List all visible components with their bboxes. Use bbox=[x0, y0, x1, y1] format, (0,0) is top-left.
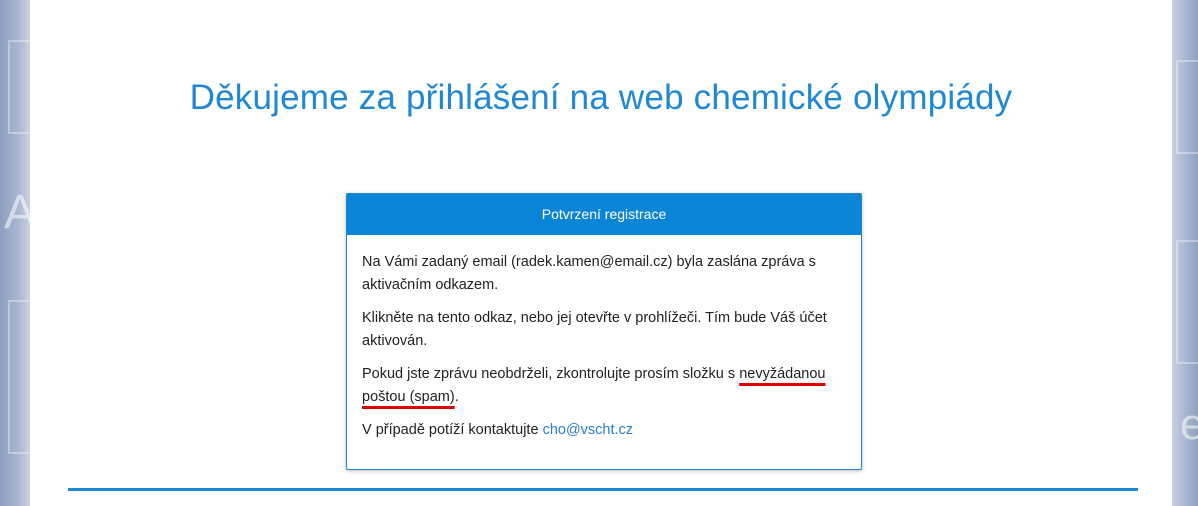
spam-notice-end: . bbox=[454, 389, 459, 405]
spam-notice-text: Pokud jste zprávu neobdrželi, zkontroluj… bbox=[362, 366, 740, 382]
background-right-strip: e bbox=[1172, 0, 1198, 506]
background-decoration bbox=[1176, 240, 1198, 364]
panel-heading: Potvrzení registrace bbox=[347, 194, 861, 235]
contact-line: V případě potíží kontaktujte cho@vscht.c… bbox=[362, 419, 846, 442]
panel-body: Na Vámi zadaný email (radek.kamen@email.… bbox=[347, 235, 861, 442]
main-content: Děkujeme za přihlášení na web chemické o… bbox=[30, 0, 1172, 506]
email-sent-message: Na Vámi zadaný email (radek.kamen@email.… bbox=[362, 254, 816, 293]
spam-notice: Pokud jste zprávu neobdrželi, zkontroluj… bbox=[362, 363, 846, 409]
background-letter: A bbox=[4, 186, 30, 239]
contact-email-link[interactable]: cho@vscht.cz bbox=[543, 422, 633, 438]
registration-confirmation-panel: Potvrzení registrace Na Vámi zadaný emai… bbox=[346, 193, 862, 470]
page-title: Děkujeme za přihlášení na web chemické o… bbox=[189, 78, 1013, 118]
background-left-strip: A bbox=[0, 0, 30, 506]
background-decoration bbox=[1176, 60, 1198, 154]
footer-divider bbox=[68, 488, 1138, 491]
background-decoration bbox=[8, 40, 30, 134]
background-decoration bbox=[8, 300, 30, 454]
background-letter: e bbox=[1180, 400, 1198, 449]
activation-instructions: Klikněte na tento odkaz, nebo jej otevřt… bbox=[362, 310, 827, 349]
contact-text: V případě potíží kontaktujte bbox=[362, 422, 543, 438]
